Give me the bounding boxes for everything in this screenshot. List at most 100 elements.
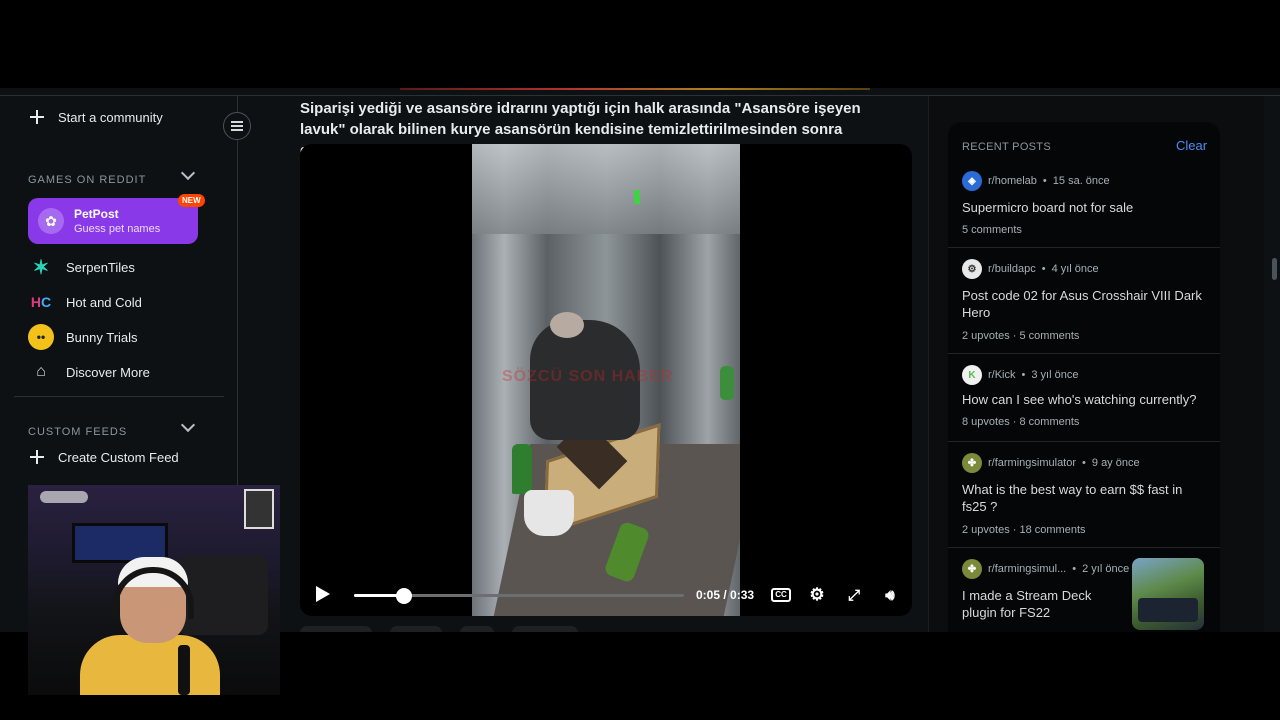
games-section-title[interactable]: GAMES ON REDDIT bbox=[28, 174, 146, 186]
webcam-overlay bbox=[28, 485, 280, 695]
serpentiles-label: SerpenTiles bbox=[66, 259, 135, 275]
captions-icon[interactable]: CC bbox=[770, 584, 792, 606]
video-watermark: SÖZCÜ SON HABER bbox=[502, 368, 674, 385]
seek-handle[interactable] bbox=[395, 588, 412, 604]
recent-post-item[interactable]: ◈ r/homelab • 15 sa. önce Supermicro boa… bbox=[948, 160, 1220, 248]
recent-post-item[interactable]: ✤ r/farmingsimul... • 2 yıl önce I made … bbox=[948, 548, 1220, 632]
custom-feeds-section-title[interactable]: CUSTOM FEEDS bbox=[28, 426, 127, 438]
recent-post-upvotes: 2 upvotes bbox=[962, 524, 1010, 536]
recent-post-comments: 5 comments bbox=[1019, 330, 1080, 342]
chevron-down-icon[interactable] bbox=[180, 165, 196, 181]
game-hot-and-cold[interactable]: HC Hot and Cold bbox=[28, 289, 142, 315]
recent-post-age: 3 yıl önce bbox=[1031, 369, 1079, 381]
sidebar-collapse-button[interactable] bbox=[223, 112, 251, 140]
recent-post-title[interactable]: I made a Stream Deck plugin for FS22 bbox=[962, 587, 1127, 621]
start-community-label: Start a community bbox=[58, 109, 163, 125]
recent-posts-panel: RECENT POSTS Clear ◈ r/homelab • 15 sa. … bbox=[948, 122, 1220, 632]
serpentiles-icon: ✶ bbox=[32, 256, 50, 279]
recent-post-stats: 2 upvotes · 5 comments bbox=[962, 330, 1080, 342]
recent-post-age: 2 yıl önce bbox=[1082, 563, 1130, 575]
recent-post-item[interactable]: ✤ r/farmingsimulator • 9 ay önce What is… bbox=[948, 442, 1220, 548]
webcam-person-shirt bbox=[80, 635, 220, 695]
plus-icon bbox=[28, 448, 46, 466]
game-petpost[interactable]: ✿ PetPost Guess pet names bbox=[28, 198, 198, 244]
hot-and-cold-label: Hot and Cold bbox=[66, 294, 142, 310]
header-glow bbox=[400, 88, 870, 90]
recent-post-comments: 8 comments bbox=[1019, 416, 1080, 428]
recent-post-upvotes: 8 upvotes bbox=[962, 416, 1010, 428]
sidebar-divider bbox=[14, 396, 224, 397]
recent-post-age: 15 sa. önce bbox=[1052, 175, 1110, 187]
paw-icon: ✿ bbox=[38, 208, 64, 234]
recent-post-community[interactable]: r/Kick bbox=[988, 369, 1016, 381]
gamepad-icon: ⌂ bbox=[36, 363, 46, 380]
clear-button[interactable]: Clear bbox=[1176, 138, 1207, 153]
game-serpentiles[interactable]: ✶ SerpenTiles bbox=[28, 254, 135, 280]
create-custom-feed-button[interactable]: Create Custom Feed bbox=[28, 448, 179, 466]
recent-post-thumbnail[interactable] bbox=[1132, 558, 1204, 630]
video-time: 0:05 / 0:33 bbox=[696, 588, 755, 602]
thumbnail-dashboard bbox=[1138, 598, 1198, 622]
header-divider bbox=[0, 88, 1280, 96]
meta-separator: • bbox=[1082, 457, 1086, 469]
fullscreen-icon[interactable]: ⤢ bbox=[843, 584, 865, 606]
meta-separator: • bbox=[1042, 175, 1047, 187]
webcam-lamp bbox=[40, 491, 88, 503]
recent-post-upvotes: 2 upvotes bbox=[962, 330, 1010, 342]
recent-post-community[interactable]: r/homelab bbox=[988, 175, 1037, 187]
buildapc-icon: ⚙ bbox=[962, 259, 982, 279]
new-badge: NEW bbox=[178, 194, 205, 207]
page-scrollbar[interactable] bbox=[1272, 258, 1277, 280]
meta-separator: • bbox=[1072, 563, 1077, 575]
video-ceiling bbox=[472, 144, 740, 234]
start-community-button[interactable]: Start a community bbox=[28, 108, 163, 126]
video-person-head bbox=[550, 312, 584, 338]
recent-post-title[interactable]: Supermicro board not for sale bbox=[962, 199, 1202, 216]
recent-post-item[interactable]: K r/Kick • 3 yıl önce How can I see who'… bbox=[948, 354, 1220, 442]
recent-post-title[interactable]: Post code 02 for Asus Crosshair VIII Dar… bbox=[962, 287, 1202, 321]
recent-posts-heading: RECENT POSTS bbox=[962, 141, 1051, 153]
recent-post-stats: 2 upvotes · 18 comments bbox=[962, 524, 1086, 536]
farmingsimulator-icon: ✤ bbox=[962, 453, 982, 473]
discover-more-button[interactable]: ⌂ Discover More bbox=[28, 359, 150, 385]
bunny-trials-icon: •• bbox=[28, 324, 54, 350]
bunny-trials-label: Bunny Trials bbox=[66, 329, 138, 345]
webcam-microphone bbox=[178, 645, 190, 695]
recent-post-community[interactable]: r/farmingsimulator bbox=[988, 457, 1076, 469]
recent-post-comments: 18 comments bbox=[1019, 524, 1086, 536]
petpost-subtitle: Guess pet names bbox=[74, 223, 161, 235]
discover-more-label: Discover More bbox=[66, 364, 150, 380]
webcam-wall-frame bbox=[244, 489, 274, 529]
petpost-name: PetPost bbox=[74, 207, 119, 221]
seek-bar[interactable] bbox=[354, 588, 684, 604]
settings-gear-icon[interactable]: ⚙ bbox=[806, 584, 828, 606]
volume-icon[interactable]: 🔊︎ bbox=[879, 584, 901, 606]
video-frame[interactable]: SÖZCÜ SON HABER bbox=[472, 144, 740, 616]
plus-icon bbox=[28, 108, 46, 126]
video-indicator-light bbox=[634, 190, 640, 204]
menu-icon bbox=[231, 125, 243, 127]
video-bucket bbox=[524, 490, 574, 536]
recent-post-age: 4 yıl önce bbox=[1051, 263, 1099, 275]
chevron-down-icon[interactable] bbox=[180, 417, 196, 433]
homelab-icon: ◈ bbox=[962, 171, 982, 191]
video-player[interactable]: SÖZCÜ SON HABER 0:05 / 0:33 CC ⚙ ⤢ 🔊︎ bbox=[300, 144, 912, 616]
recent-post-comments: 5 comments bbox=[962, 224, 1022, 236]
recent-post-community[interactable]: r/buildapc bbox=[988, 263, 1036, 275]
meta-separator: • bbox=[1041, 263, 1046, 275]
hot-and-cold-icon: HC bbox=[30, 294, 52, 310]
game-bunny-trials[interactable]: •• Bunny Trials bbox=[28, 324, 138, 350]
video-bottle bbox=[512, 444, 532, 494]
recent-post-title[interactable]: What is the best way to earn $$ fast in … bbox=[962, 481, 1202, 515]
letterbox-top bbox=[0, 0, 1280, 88]
recent-post-title[interactable]: How can I see who's watching currently? bbox=[962, 391, 1202, 408]
kick-icon: K bbox=[962, 365, 982, 385]
recent-post-community[interactable]: r/farmingsimul... bbox=[988, 563, 1066, 575]
video-controls: 0:05 / 0:33 CC ⚙ ⤢ 🔊︎ bbox=[300, 576, 912, 616]
recent-post-stats: 8 upvotes · 8 comments bbox=[962, 416, 1080, 428]
play-icon[interactable] bbox=[316, 586, 330, 602]
recent-post-item[interactable]: ⚙ r/buildapc • 4 yıl önce Post code 02 f… bbox=[948, 248, 1220, 354]
farmingsimulator-icon: ✤ bbox=[962, 559, 982, 579]
meta-separator: • bbox=[1021, 369, 1026, 381]
recent-post-age: 9 ay önce bbox=[1091, 457, 1140, 469]
